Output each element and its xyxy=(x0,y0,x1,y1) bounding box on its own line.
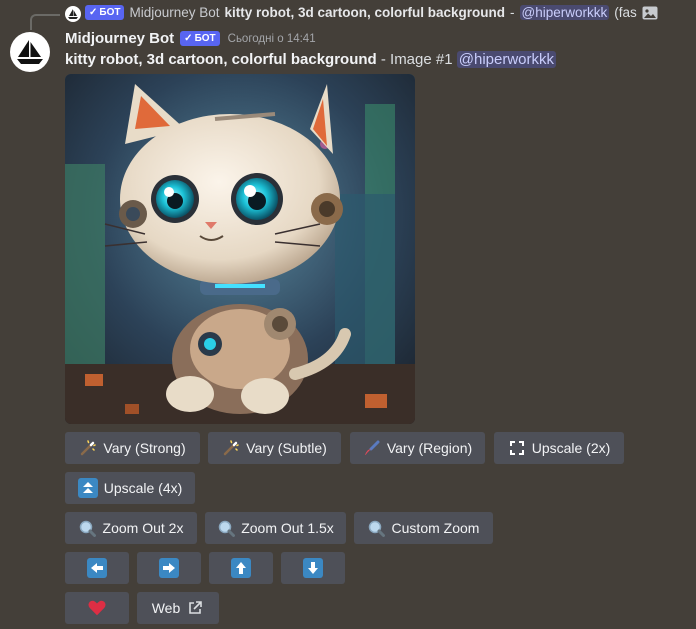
reply-prompt: kitty robot, 3d cartoon, colorful backgr… xyxy=(224,5,506,20)
expand-icon xyxy=(508,439,526,457)
upscale-2x-label: Upscale (2x) xyxy=(531,440,611,456)
pan-up-button[interactable] xyxy=(209,552,273,584)
web-label: Web xyxy=(151,600,181,616)
generated-image[interactable] xyxy=(65,74,415,424)
bot-badge: ✓ БОТ xyxy=(85,5,125,20)
message-prompt: kitty robot, 3d cartoon, colorful backgr… xyxy=(65,51,557,68)
favorite-button[interactable] xyxy=(65,592,129,624)
reply-suffix: (fas xyxy=(614,5,637,20)
vary-subtle-label: Vary (Subtle) xyxy=(246,440,327,456)
vary-region-button[interactable]: Vary (Region) xyxy=(350,432,485,464)
zoom-out-2x-button[interactable]: Zoom Out 2x xyxy=(65,512,197,544)
zoom-out-2x-label: Zoom Out 2x xyxy=(102,520,184,536)
pan-left-button[interactable] xyxy=(65,552,129,584)
pan-down-button[interactable] xyxy=(281,552,345,584)
magnifier-icon xyxy=(79,519,97,537)
upscale-2x-button[interactable]: Upscale (2x) xyxy=(494,432,624,464)
image-icon xyxy=(642,6,658,19)
vary-strong-label: Vary (Strong) xyxy=(103,440,186,456)
magic-wand-icon xyxy=(222,439,240,457)
zoom-out-1-5x-label: Zoom Out 1.5x xyxy=(241,520,334,536)
kitty-robot-image xyxy=(65,74,415,424)
heart-icon xyxy=(88,599,106,617)
prompt-text: kitty robot, 3d cartoon, colorful backgr… xyxy=(65,51,377,68)
timestamp: Сьогодні о 14:41 xyxy=(227,32,316,45)
web-link-button[interactable]: Web xyxy=(137,592,219,624)
reply-avatar[interactable] xyxy=(65,6,81,22)
reply-username[interactable]: Midjourney Bot xyxy=(129,5,219,20)
arrow-up-icon xyxy=(231,558,251,578)
mention[interactable]: @hiperworkkk xyxy=(456,51,557,68)
upscale-4x-label: Upscale (4x) xyxy=(103,480,183,496)
message-header: Midjourney Bot ✓ БОТ Сьогодні о 14:41 xyxy=(65,30,316,47)
avatar[interactable] xyxy=(10,32,50,72)
magnifier-icon xyxy=(217,519,235,537)
username[interactable]: Midjourney Bot xyxy=(65,30,174,47)
image-info: - Image #1 xyxy=(380,51,453,68)
custom-zoom-button[interactable]: Custom Zoom xyxy=(354,512,493,544)
reply-mention[interactable]: @hiperworkkk xyxy=(519,5,610,20)
zoom-out-1-5x-button[interactable]: Zoom Out 1.5x xyxy=(205,512,346,544)
sailboat-icon xyxy=(68,9,78,19)
reply-preview[interactable]: ✓ БОТ Midjourney Bot kitty robot, 3d car… xyxy=(85,5,658,20)
pan-right-button[interactable] xyxy=(137,552,201,584)
bot-badge: ✓ БОТ xyxy=(180,31,220,46)
magic-wand-icon xyxy=(79,439,97,457)
vary-region-label: Vary (Region) xyxy=(386,440,473,456)
check-icon: ✓ xyxy=(89,7,98,18)
vary-subtle-button[interactable]: Vary (Subtle) xyxy=(208,432,341,464)
reply-spine xyxy=(30,14,60,30)
double-up-arrow-icon xyxy=(77,478,98,498)
custom-zoom-label: Custom Zoom xyxy=(391,520,480,536)
arrow-left-icon xyxy=(87,558,107,578)
sailboat-icon xyxy=(17,40,43,64)
reply-separator: - xyxy=(510,5,515,20)
vary-strong-button[interactable]: Vary (Strong) xyxy=(65,432,200,464)
arrow-down-icon xyxy=(303,558,323,578)
paintbrush-icon xyxy=(363,439,381,457)
external-link-icon xyxy=(186,599,204,617)
magnifier-icon xyxy=(368,519,386,537)
arrow-right-icon xyxy=(159,558,179,578)
check-icon: ✓ xyxy=(184,33,193,44)
upscale-4x-button[interactable]: Upscale (4x) xyxy=(65,472,195,504)
